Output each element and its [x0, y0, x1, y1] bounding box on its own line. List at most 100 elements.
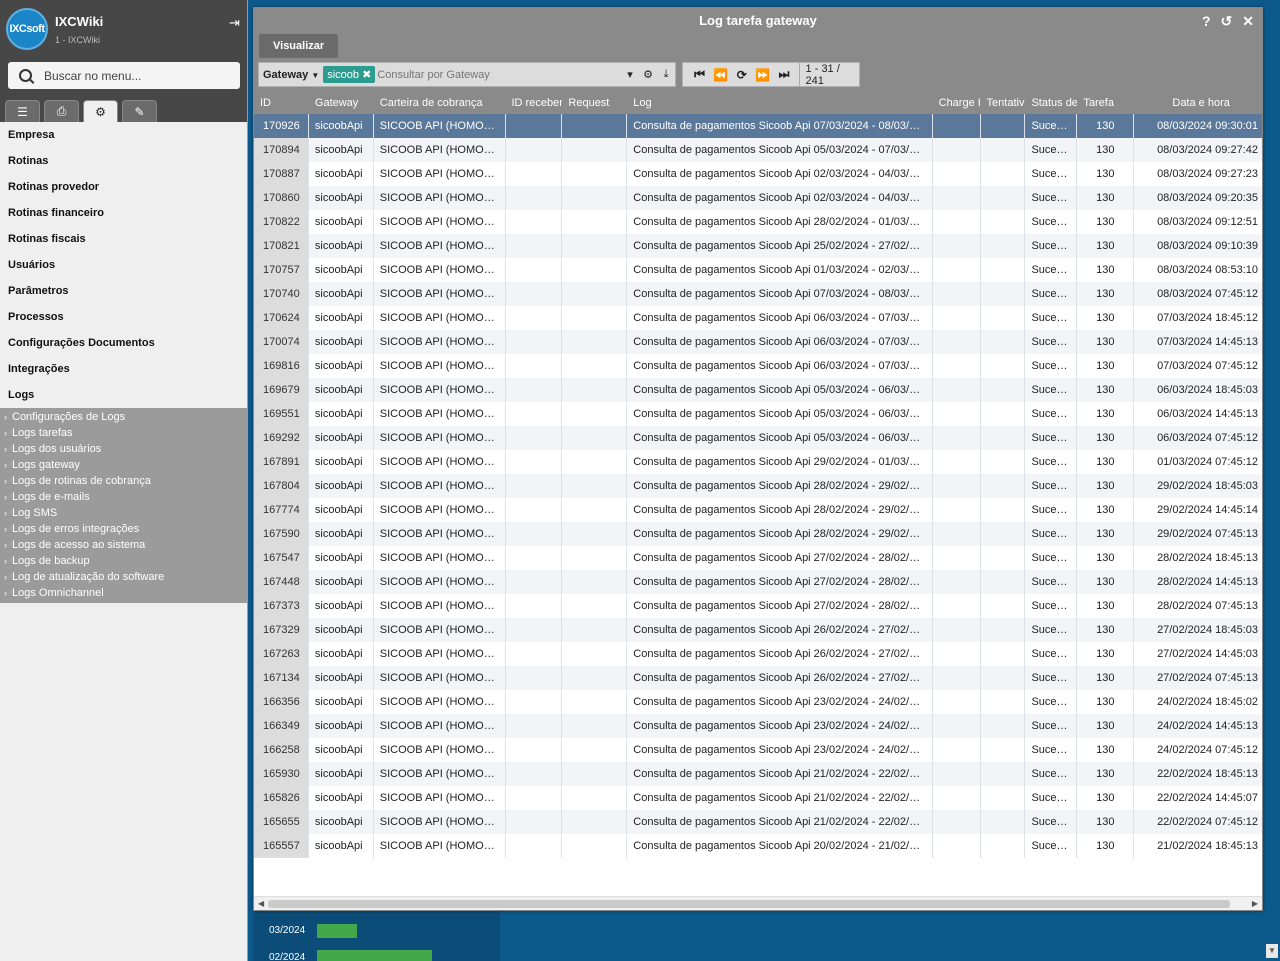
table-row[interactable]: 167448sicoobApiSICOOB API (HOMOLOGAÇÃO) C… [254, 570, 1262, 594]
table-row[interactable]: 167373sicoobApiSICOOB API (HOMOLOGAÇÃO) C… [254, 594, 1262, 618]
column-header[interactable]: Data e hora [1134, 92, 1262, 114]
table-cell [506, 618, 563, 642]
sidebar-menu-item[interactable]: Logs [0, 382, 247, 408]
help-icon[interactable]: ? [1202, 8, 1211, 34]
refresh-icon[interactable]: ⟳ [731, 68, 752, 82]
table-row[interactable]: 170887sicoobApiSICOOB API (HOMOLOGAÇÃO) C… [254, 162, 1262, 186]
gears-icon[interactable]: ⚙ [83, 100, 118, 122]
table-row[interactable]: 170821sicoobApiSICOOB API (HOMOLOGAÇÃO) C… [254, 234, 1262, 258]
column-header[interactable]: Status de [1025, 92, 1077, 114]
scroll-left-icon[interactable]: ◀ [258, 897, 264, 911]
logout-icon[interactable]: ⇥ [229, 15, 240, 31]
advanced-filter-icon[interactable]: ⚙ [639, 68, 657, 81]
table-row[interactable]: 170894sicoobApiSICOOB API (HOMOLOGAÇÃO) C… [254, 138, 1262, 162]
column-header[interactable]: Tarefa [1077, 92, 1134, 114]
submenu-item[interactable]: › Log de atualização do software [0, 569, 247, 585]
filter-chip[interactable]: sicoob ✖ [323, 66, 376, 83]
sidebar-menu-item[interactable]: Integrações [0, 356, 247, 382]
sidebar-menu-item[interactable]: Rotinas [0, 148, 247, 174]
submenu-item[interactable]: › Logs gateway [0, 457, 247, 473]
sidebar-menu-item[interactable]: Rotinas financeiro [0, 200, 247, 226]
table-row[interactable]: 167329sicoobApiSICOOB API (HOMOLOGAÇÃO) C… [254, 618, 1262, 642]
column-header[interactable]: Log [627, 92, 932, 114]
table-row[interactable]: 167134sicoobApiSICOOB API (HOMOLOGAÇÃO) C… [254, 666, 1262, 690]
submenu-item[interactable]: › Logs de rotinas de cobrança [0, 473, 247, 489]
column-header[interactable]: Charge I [933, 92, 981, 114]
tab-visualizar[interactable]: Visualizar [259, 34, 339, 58]
table-row[interactable]: 169816sicoobApiSICOOB API (HOMOLOGAÇÃO) C… [254, 354, 1262, 378]
submenu-item[interactable]: › Logs de backup [0, 553, 247, 569]
column-header[interactable]: Carteira de cobrança [374, 92, 506, 114]
filter-search-input[interactable] [377, 65, 621, 84]
column-header[interactable]: Request [562, 92, 627, 114]
table-cell [933, 402, 981, 426]
submenu-item[interactable]: › Logs de erros integrações [0, 521, 247, 537]
table-row[interactable]: 165930sicoobApiSICOOB API (HOMOLOGAÇÃO) C… [254, 762, 1262, 786]
table-cell: Sucesso [1025, 762, 1078, 786]
next-page-icon[interactable]: ⏩ [752, 68, 773, 82]
remove-chip-icon[interactable]: ✖ [362, 69, 371, 81]
sidebar-menu-item[interactable]: Usuários [0, 252, 247, 278]
sidebar-menu-item[interactable]: Parâmetros [0, 278, 247, 304]
table-cell: Consulta de pagamentos Sicoob Api 05/03/… [627, 426, 933, 450]
submenu-item[interactable]: › Configurações de Logs [0, 409, 247, 425]
table-row[interactable]: 169679sicoobApiSICOOB API (HOMOLOGAÇÃO) C… [254, 378, 1262, 402]
filter-field-select[interactable]: Gateway ▼ [259, 69, 323, 81]
table-row[interactable]: 167891sicoobApiSICOOB API (HOMOLOGAÇÃO) C… [254, 450, 1262, 474]
table-row[interactable]: 167590sicoobApiSICOOB API (HOMOLOGAÇÃO) C… [254, 522, 1262, 546]
submenu-item[interactable]: › Logs de e-mails [0, 489, 247, 505]
list-icon[interactable]: ☰ [5, 100, 40, 122]
submenu-item[interactable]: › Logs dos usuários [0, 441, 247, 457]
logs-submenu: › Configurações de Logs › Logs tarefas › Logs… [0, 408, 247, 603]
table-row[interactable]: 165655sicoobApiSICOOB API (HOMOLOGAÇÃO) C… [254, 810, 1262, 834]
table-row[interactable]: 167804sicoobApiSICOOB API (HOMOLOGAÇÃO) C… [254, 474, 1262, 498]
sidebar-menu-item[interactable]: Processos [0, 304, 247, 330]
horizontal-scrollbar[interactable]: ◀ ▶ [254, 896, 1262, 910]
table-row[interactable]: 170740sicoobApiSICOOB API (HOMOLOGAÇÃO) C… [254, 282, 1262, 306]
table-row[interactable]: 170860sicoobApiSICOOB API (HOMOLOGAÇÃO) C… [254, 186, 1262, 210]
submenu-item[interactable]: › Log SMS [0, 505, 247, 521]
submenu-item[interactable]: › Logs Omnichannel [0, 585, 247, 601]
sidebar-menu-item[interactable]: Rotinas provedor [0, 174, 247, 200]
sidebar-menu-item[interactable]: Empresa [0, 122, 247, 148]
chevron-down-icon[interactable]: ▾ [621, 68, 639, 81]
page-scrollbar[interactable] [1264, 0, 1280, 961]
table-row[interactable]: 166356sicoobApiSICOOB API (HOMOLOGAÇÃO) C… [254, 690, 1262, 714]
table-row[interactable]: 169292sicoobApiSICOOB API (HOMOLOGAÇÃO) C… [254, 426, 1262, 450]
column-header[interactable]: ID [254, 92, 309, 114]
scrollbar-thumb[interactable] [268, 900, 1230, 908]
table-row[interactable]: 170822sicoobApiSICOOB API (HOMOLOGAÇÃO) C… [254, 210, 1262, 234]
history-icon[interactable]: ↺ [1221, 8, 1233, 34]
download-icon[interactable]: ⤓ [657, 68, 675, 81]
table-row[interactable]: 165826sicoobApiSICOOB API (HOMOLOGAÇÃO) C… [254, 786, 1262, 810]
submenu-item-label: Configurações de Logs [12, 411, 126, 423]
table-row[interactable]: 165557sicoobApiSICOOB API (HOMOLOGAÇÃO) C… [254, 834, 1262, 858]
table-row[interactable]: 166258sicoobApiSICOOB API (HOMOLOGAÇÃO) C… [254, 738, 1262, 762]
menu-search-input[interactable]: Buscar no menu... [8, 62, 240, 89]
prev-page-icon[interactable]: ⏪ [710, 68, 731, 82]
table-row[interactable]: 169551sicoobApiSICOOB API (HOMOLOGAÇÃO) C… [254, 402, 1262, 426]
scroll-down-icon[interactable]: ▼ [1266, 944, 1278, 958]
table-row[interactable]: 170074sicoobApiSICOOB API (HOMOLOGAÇÃO) C… [254, 330, 1262, 354]
table-row[interactable]: 167263sicoobApiSICOOB API (HOMOLOGAÇÃO) C… [254, 642, 1262, 666]
print-icon[interactable]: ⎙ [44, 100, 79, 122]
table-row[interactable]: 166349sicoobApiSICOOB API (HOMOLOGAÇÃO) C… [254, 714, 1262, 738]
submenu-item[interactable]: › Logs de acesso ao sistema [0, 537, 247, 553]
sidebar-menu-item[interactable]: Configurações Documentos [0, 330, 247, 356]
table-row[interactable]: 170624sicoobApiSICOOB API (HOMOLOGAÇÃO) C… [254, 306, 1262, 330]
first-page-icon[interactable]: ⏮ [689, 67, 710, 82]
wrench-icon[interactable]: ✎ [122, 100, 157, 122]
table-row[interactable]: 167547sicoobApiSICOOB API (HOMOLOGAÇÃO) C… [254, 546, 1262, 570]
table-row[interactable]: 170757sicoobApiSICOOB API (HOMOLOGAÇÃO) C… [254, 258, 1262, 282]
last-page-icon[interactable]: ⏭ [773, 67, 794, 82]
window-titlebar[interactable]: Log tarefa gateway ? ↺ ✕ [254, 8, 1262, 34]
close-icon[interactable]: ✕ [1242, 8, 1254, 34]
column-header[interactable]: Gateway [309, 92, 374, 114]
scroll-right-icon[interactable]: ▶ [1252, 897, 1258, 911]
sidebar-menu-item[interactable]: Rotinas fiscais [0, 226, 247, 252]
column-header[interactable]: ID receber [506, 92, 563, 114]
table-row[interactable]: 170926sicoobApiSICOOB API (HOMOLOGAÇÃO) C… [254, 114, 1262, 138]
table-row[interactable]: 167774sicoobApiSICOOB API (HOMOLOGAÇÃO) C… [254, 498, 1262, 522]
column-header[interactable]: Tentativ [981, 92, 1026, 114]
submenu-item[interactable]: › Logs tarefas [0, 425, 247, 441]
